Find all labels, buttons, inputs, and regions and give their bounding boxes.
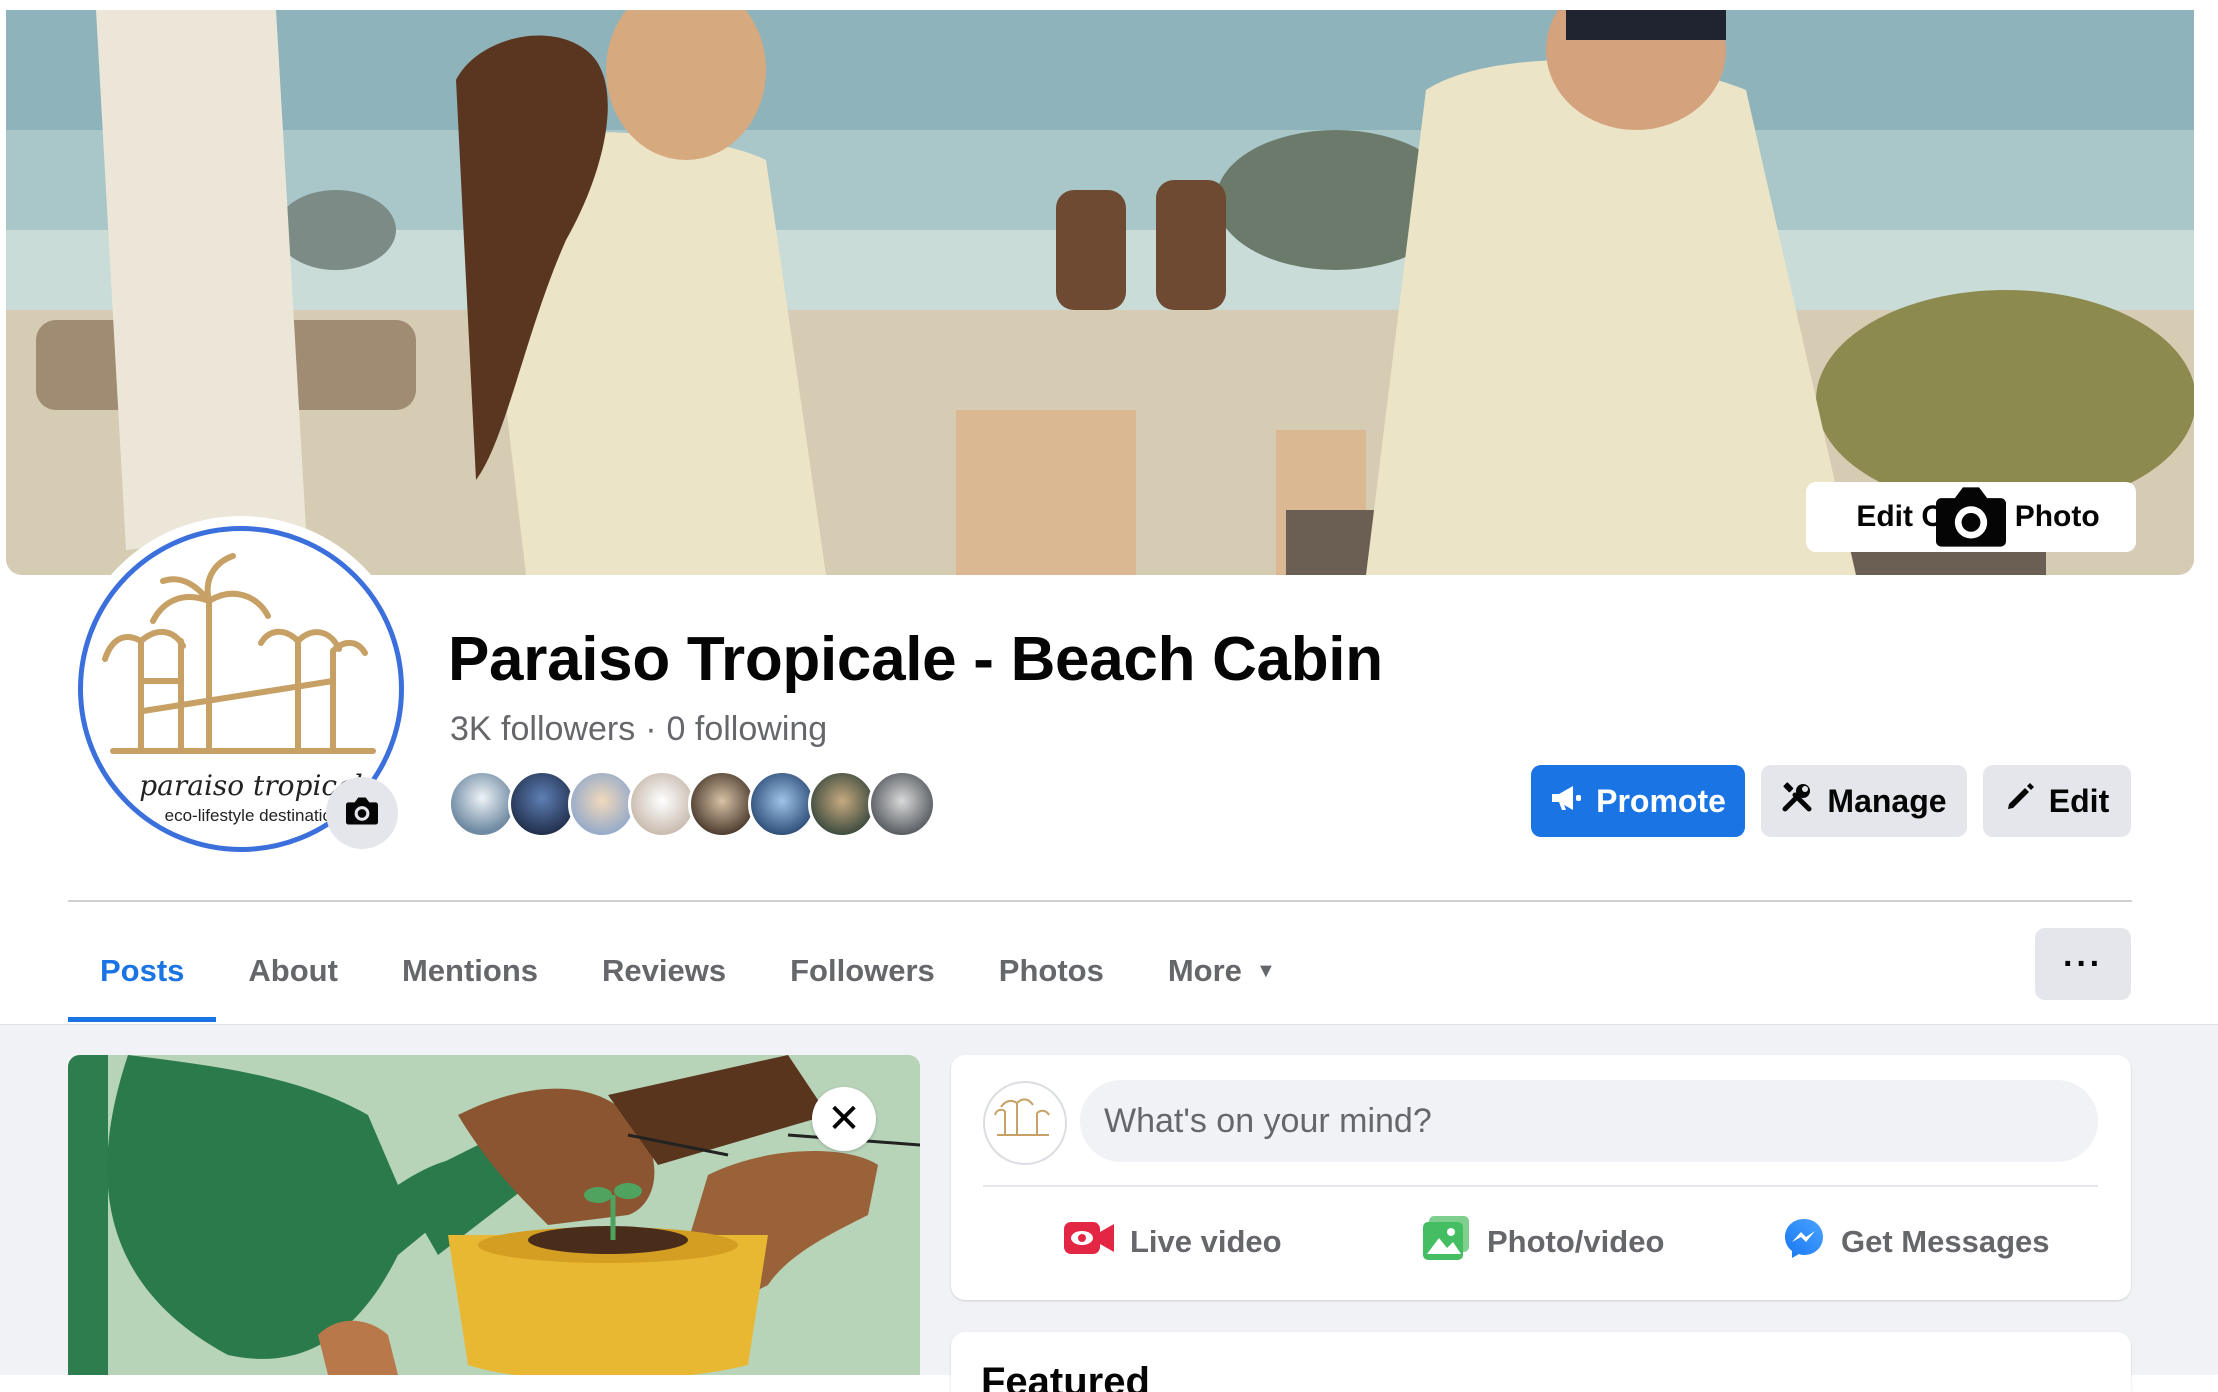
stats-separator: ·: [645, 710, 657, 748]
follower-avatar[interactable]: [448, 770, 516, 838]
edit-button[interactable]: Edit: [1983, 765, 2131, 837]
featured-card: Featured: [951, 1332, 2131, 1392]
tab-label: Followers: [790, 953, 935, 988]
tab-more[interactable]: More ▼: [1136, 920, 1308, 1022]
page-tabs: Posts About Mentions Reviews Followers P…: [68, 920, 1308, 1022]
photo-video-button[interactable]: Photo/video: [1423, 1212, 1664, 1272]
follower-avatar[interactable]: [688, 770, 756, 838]
composer-placeholder: What's on your mind?: [1104, 1101, 1432, 1140]
tab-label: Mentions: [401, 953, 539, 988]
tab-label: Posts: [100, 953, 185, 988]
follower-avatar[interactable]: [868, 770, 936, 838]
update-profile-picture-button[interactable]: [326, 777, 398, 849]
megaphone-icon: [1550, 783, 1582, 820]
tab-mentions[interactable]: Mentions: [370, 920, 570, 1022]
live-video-label: Live video: [1130, 1224, 1282, 1259]
live-video-button[interactable]: Live video: [1064, 1212, 1282, 1272]
tab-reviews[interactable]: Reviews: [570, 920, 758, 1022]
tab-label: Photos: [998, 953, 1104, 988]
follower-avatars: [448, 770, 936, 838]
tab-label: Reviews: [602, 953, 727, 988]
follower-avatar[interactable]: [808, 770, 876, 838]
tab-followers[interactable]: Followers: [758, 920, 967, 1022]
messenger-icon: [1783, 1217, 1825, 1267]
palm-logo-small: [994, 1098, 1050, 1136]
photo-video-label: Photo/video: [1487, 1224, 1665, 1259]
whats-on-your-mind-input[interactable]: What's on your mind?: [1080, 1080, 2098, 1162]
tab-label: About: [248, 953, 338, 988]
pencil-icon: [2005, 782, 2035, 820]
close-glyph: ✕: [827, 1097, 861, 1141]
get-messages-label: Get Messages: [1841, 1224, 2050, 1259]
cover-photo[interactable]: Edit Cover Photo: [6, 10, 2194, 575]
follower-avatar[interactable]: [568, 770, 636, 838]
edit-label: Edit: [2048, 782, 2110, 819]
follower-avatar[interactable]: [748, 770, 816, 838]
ellipsis-icon: ···: [2063, 944, 2103, 983]
follower-avatar[interactable]: [628, 770, 696, 838]
more-options-button[interactable]: ···: [2035, 928, 2131, 1000]
photo-icon: [1423, 1216, 1471, 1268]
promo-illustration: [68, 1055, 920, 1375]
camera-icon: [343, 795, 381, 832]
follower-avatar[interactable]: [508, 770, 576, 838]
get-messages-button[interactable]: Get Messages: [1783, 1212, 2050, 1272]
page-title: Paraiso Tropicale - Beach Cabin: [448, 625, 1383, 694]
composer-avatar[interactable]: [983, 1081, 1067, 1165]
promote-button[interactable]: Promote: [1531, 765, 1745, 837]
composer-divider: [983, 1185, 2098, 1187]
follow-stats: 3K followers · 0 following: [450, 710, 827, 749]
manage-label: Manage: [1827, 782, 1947, 819]
following-count-link[interactable]: 0 following: [667, 710, 828, 748]
divider: [68, 900, 2132, 902]
featured-title: Featured: [981, 1360, 1150, 1392]
tab-label: More: [1167, 953, 1242, 988]
tab-about[interactable]: About: [216, 920, 370, 1022]
tools-icon: [1781, 781, 1813, 821]
close-icon[interactable]: ✕: [812, 1087, 876, 1151]
followers-count-link[interactable]: 3K followers: [450, 710, 635, 748]
tab-posts[interactable]: Posts: [68, 920, 217, 1022]
promote-label: Promote: [1596, 782, 1726, 819]
caret-down-icon: ▼: [1255, 959, 1276, 982]
edit-cover-photo-button[interactable]: Edit Cover Photo: [1806, 482, 2136, 552]
promo-card[interactable]: [68, 1055, 920, 1375]
tab-photos[interactable]: Photos: [967, 920, 1136, 1022]
live-video-icon: [1064, 1220, 1114, 1264]
manage-button[interactable]: Manage: [1761, 765, 1967, 837]
